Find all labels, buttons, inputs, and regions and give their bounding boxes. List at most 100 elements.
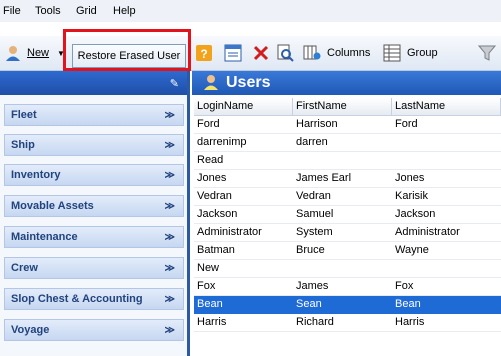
- chevron-down-icon: ≫: [164, 231, 175, 243]
- table-cell: Jackson: [395, 208, 436, 220]
- user-icon: [4, 44, 22, 62]
- filter-funnel-icon: [477, 44, 497, 62]
- nav-item-label: Slop Chest & Accounting: [11, 293, 143, 305]
- form-icon: [224, 44, 242, 62]
- chevron-down-icon: ≫: [164, 262, 175, 274]
- menu-help[interactable]: Help: [113, 5, 136, 17]
- users-title-bar: Users: [192, 71, 501, 95]
- table-cell: Jones: [197, 172, 227, 184]
- table-row[interactable]: Fox James Fox: [194, 278, 501, 296]
- table-cell: Richard: [296, 316, 334, 328]
- group-label: Group: [407, 47, 438, 59]
- table-row[interactable]: Harris Richard Harris: [194, 314, 501, 332]
- columns-button[interactable]: Columns: [303, 42, 370, 64]
- nav-item-crew[interactable]: Crew ≫: [4, 257, 184, 279]
- users-grid[interactable]: LoginName FirstName LastName Ford Harriso…: [194, 98, 501, 332]
- chevron-down-icon: ≫: [164, 293, 175, 305]
- table-cell: Karisik: [395, 190, 429, 202]
- table-cell: Bruce: [296, 244, 325, 256]
- delete-x-icon: [252, 44, 270, 62]
- delete-button[interactable]: [252, 42, 270, 64]
- column-header-firstname[interactable]: FirstName: [293, 98, 392, 115]
- table-row[interactable]: Ford Harrison Ford: [194, 116, 501, 134]
- new-label: New: [27, 47, 50, 59]
- magnifier-document-icon: [276, 44, 294, 62]
- nav-item-voyage[interactable]: Voyage ≫: [4, 319, 184, 341]
- properties-button[interactable]: [224, 42, 242, 64]
- preview-button[interactable]: [276, 42, 294, 64]
- table-cell: Jackson: [197, 208, 238, 220]
- menu-file[interactable]: File: [3, 5, 21, 17]
- nav-item-label: Ship: [11, 139, 35, 151]
- pin-icon[interactable]: ✎: [170, 77, 179, 90]
- page-title: Users: [226, 74, 271, 91]
- nav-item-label: Inventory: [11, 169, 61, 181]
- navigation-pane: ✎ Fleet ≫ Ship ≫ Inventory ≫ Movable Assets…: [0, 71, 190, 356]
- table-cell: Fox: [197, 280, 216, 292]
- table-cell: [293, 152, 392, 169]
- nav-item-movable-assets[interactable]: Movable Assets ≫: [4, 195, 184, 217]
- group-grid-icon: [383, 44, 401, 62]
- column-header-lastname[interactable]: LastName: [392, 98, 501, 115]
- help-icon: ?: [195, 44, 213, 62]
- table-cell: Vedran: [197, 190, 232, 202]
- table-cell: System: [296, 226, 333, 238]
- new-button[interactable]: New ▼: [4, 42, 65, 64]
- table-cell: Fox: [395, 280, 414, 292]
- table-row[interactable]: darrenimp darren: [194, 134, 501, 152]
- nav-item-maintenance[interactable]: Maintenance ≫: [4, 226, 184, 248]
- chevron-down-icon: ≫: [164, 324, 175, 336]
- nav-item-inventory[interactable]: Inventory ≫: [4, 164, 184, 186]
- table-cell: Vedran: [296, 190, 331, 202]
- table-cell: Harrison: [296, 118, 338, 130]
- table-cell: [293, 260, 392, 277]
- table-cell: darren: [296, 136, 328, 148]
- table-cell: [392, 152, 501, 169]
- table-cell: Jones: [395, 172, 425, 184]
- table-cell: Ford: [395, 118, 418, 130]
- table-cell: Harris: [395, 316, 425, 328]
- chevron-down-icon: ≫: [164, 169, 175, 181]
- table-row[interactable]: New: [194, 260, 501, 278]
- table-cell: [392, 134, 501, 151]
- table-cell: Read: [197, 154, 224, 166]
- nav-item-label: Crew: [11, 262, 38, 274]
- table-row[interactable]: Read: [194, 152, 501, 170]
- chevron-down-icon: ≫: [164, 200, 175, 212]
- table-cell: Samuel: [296, 208, 334, 220]
- nav-item-label: Voyage: [11, 324, 50, 336]
- table-row[interactable]: Jones James Earl Jones: [194, 170, 501, 188]
- nav-item-slop-chest-accounting[interactable]: Slop Chest & Accounting ≫: [4, 288, 184, 310]
- menu-bar: File Tools Grid Help: [0, 0, 501, 22]
- annotation-highlight-box: [63, 29, 191, 71]
- table-cell: Batman: [197, 244, 235, 256]
- table-cell: James Earl: [296, 172, 352, 184]
- nav-item-label: Fleet: [11, 109, 37, 121]
- table-cell: Bean: [395, 298, 421, 310]
- table-row[interactable]: Administrator System Administrator: [194, 224, 501, 242]
- columns-label: Columns: [327, 47, 371, 59]
- table-cell: [392, 260, 501, 277]
- menu-grid[interactable]: Grid: [76, 5, 97, 17]
- nav-item-ship[interactable]: Ship ≫: [4, 134, 184, 156]
- columns-icon: [303, 44, 321, 62]
- table-cell: Administrator: [197, 226, 262, 238]
- svg-text:?: ?: [200, 47, 207, 61]
- table-row[interactable]: Jackson Samuel Jackson: [194, 206, 501, 224]
- column-header-loginname[interactable]: LoginName: [194, 98, 293, 115]
- table-row[interactable]: Batman Bruce Wayne: [194, 242, 501, 260]
- filter-button[interactable]: [477, 42, 497, 64]
- help-button[interactable]: ?: [195, 42, 213, 64]
- nav-item-fleet[interactable]: Fleet ≫: [4, 104, 184, 126]
- grid-body: Ford Harrison Ford darrenimp darren Read Jones…: [194, 116, 501, 332]
- group-button[interactable]: Group: [383, 42, 438, 64]
- menu-tools[interactable]: Tools: [35, 5, 61, 17]
- table-row[interactable]: Bean Sean Bean: [194, 296, 501, 314]
- table-cell: Wayne: [395, 244, 429, 256]
- table-cell: New: [197, 262, 220, 274]
- users-panel: Users LoginName FirstName LastName Ford H…: [192, 71, 501, 356]
- users-icon: [202, 73, 220, 94]
- table-row[interactable]: Vedran Vedran Karisik: [194, 188, 501, 206]
- nav-item-label: Maintenance: [11, 231, 78, 243]
- grid-header: LoginName FirstName LastName: [194, 98, 501, 116]
